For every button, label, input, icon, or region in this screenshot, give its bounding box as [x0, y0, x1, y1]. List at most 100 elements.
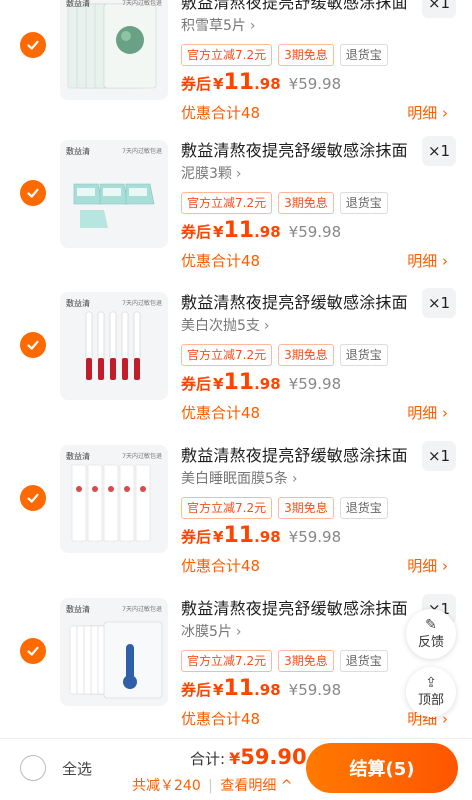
quantity-selector[interactable]: ×1	[422, 136, 456, 166]
back-to-top-label: 顶部	[417, 693, 444, 708]
return-insurance-badge: 退货宝	[339, 192, 388, 214]
discount-total: 优惠合计48	[181, 710, 261, 728]
original-price: ¥59.98	[288, 223, 342, 241]
after-coupon-label: 券后	[181, 375, 212, 393]
product-image[interactable]: 敷益清 7天内过敏包退	[60, 292, 168, 400]
quantity-selector[interactable]: ×1	[422, 0, 456, 18]
total-label: 合计:	[190, 750, 226, 768]
price-row: 券后 ¥ 11 .98 ¥59.98	[181, 70, 341, 95]
select-all-label[interactable]: 全选	[62, 758, 92, 779]
discount-badge: 官方立减7.2元	[181, 650, 273, 672]
detail-link[interactable]: 明细 ›	[407, 102, 448, 123]
select-all-radio[interactable]	[20, 755, 46, 781]
checkmark-icon	[26, 491, 40, 505]
product-guarantee-mark: 7天内过敏包退	[122, 300, 162, 307]
saved-line[interactable]: 共减￥240 | 查看明细 ^	[132, 775, 293, 795]
sku-selector[interactable]: 冰膜5片 ›	[181, 622, 242, 642]
product-title[interactable]: 敷益清熬夜提亮舒缓敏感涂抹面	[181, 598, 416, 620]
feedback-label: 反馈	[417, 635, 444, 650]
product-image[interactable]: 敷益清 7天内过敏包退	[60, 140, 168, 248]
price-currency: ¥	[213, 223, 224, 241]
cart-item[interactable]: 敷益清 7天内过敏包退 敷益清熬夜提亮舒缓敏感涂抹面 ×1 美白次抛5支 › 官方…	[0, 288, 472, 445]
detail-link[interactable]: 明细 ›	[407, 250, 448, 271]
sku-label: 美白次抛5支	[181, 318, 260, 334]
discount-badge: 官方立减7.2元	[181, 192, 273, 214]
checkmark-icon	[26, 186, 40, 200]
product-title[interactable]: 敷益清熬夜提亮舒缓敏感涂抹面	[181, 292, 416, 314]
product-title[interactable]: 敷益清熬夜提亮舒缓敏感涂抹面	[181, 140, 416, 162]
sku-selector[interactable]: 美白次抛5支 ›	[181, 316, 270, 336]
price-integer: 11	[223, 676, 255, 701]
checkout-button[interactable]: 结算(5)	[306, 743, 458, 793]
price-currency: ¥	[213, 528, 224, 546]
sku-label: 积雪草5片	[181, 18, 246, 34]
product-brand-mark: 敷益清	[66, 605, 90, 614]
chevron-right-icon: ›	[235, 166, 242, 182]
price-decimal: .98	[254, 75, 281, 93]
product-image[interactable]: 敷益清 7天内过敏包退	[60, 598, 168, 706]
chevron-right-icon: ›	[291, 471, 298, 487]
product-brand-mark: 敷益清	[66, 147, 90, 156]
original-price: ¥59.98	[288, 375, 342, 393]
installment-badge: 3期免息	[278, 344, 334, 366]
return-insurance-badge: 退货宝	[339, 44, 388, 66]
price-row: 券后 ¥ 11 .98 ¥59.98	[181, 676, 341, 701]
price-integer: 11	[223, 218, 255, 243]
item-checkbox[interactable]	[20, 332, 46, 358]
price-integer: 11	[223, 370, 255, 395]
chevron-right-icon: ›	[437, 104, 448, 122]
price-integer: 11	[223, 523, 255, 548]
chevron-right-icon: ›	[437, 252, 448, 270]
price-decimal: .98	[254, 528, 281, 546]
detail-label: 明细	[407, 404, 438, 422]
product-brand-mark: 敷益清	[66, 0, 90, 8]
detail-link[interactable]: 明细 ›	[407, 555, 448, 576]
sku-selector[interactable]: 积雪草5片 ›	[181, 16, 256, 36]
checkmark-icon	[26, 338, 40, 352]
item-checkbox[interactable]	[20, 180, 46, 206]
product-title[interactable]: 敷益清熬夜提亮舒缓敏感涂抹面	[181, 0, 416, 14]
discount-badge: 官方立减7.2元	[181, 497, 273, 519]
product-image[interactable]: 敷益清 7天内过敏包退	[60, 0, 168, 100]
price-currency: ¥	[213, 375, 224, 393]
feedback-icon: ✎	[425, 617, 437, 633]
feedback-button[interactable]: ✎ 反馈	[406, 609, 456, 659]
total-line: 合计: ¥ 59.90	[190, 745, 307, 769]
cart-list: 敷益清 7天内过敏包退 敷益清熬夜提亮舒缓敏感涂抹面 ×1 积雪草5片 › 官方立…	[0, 0, 472, 738]
total-amount: 59.90	[240, 745, 307, 769]
product-image[interactable]: 敷益清 7天内过敏包退	[60, 445, 168, 553]
original-price: ¥59.98	[288, 75, 342, 93]
price-integer: 11	[223, 70, 255, 95]
sku-label: 泥膜3颗	[181, 166, 232, 182]
after-coupon-label: 券后	[181, 223, 212, 241]
price-decimal: .98	[254, 375, 281, 393]
detail-link[interactable]: 明细 ›	[407, 402, 448, 423]
item-checkbox[interactable]	[20, 638, 46, 664]
quantity-selector[interactable]: ×1	[422, 288, 456, 318]
product-guarantee-mark: 7天内过敏包退	[122, 148, 162, 155]
installment-badge: 3期免息	[278, 192, 334, 214]
cart-item[interactable]: 敷益清 7天内过敏包退 敷益清熬夜提亮舒缓敏感涂抹面 ×1 美白睡眠面膜5条 › …	[0, 441, 472, 598]
chevron-right-icon: ›	[437, 557, 448, 575]
detail-label: 明细	[407, 252, 438, 270]
sku-selector[interactable]: 美白睡眠面膜5条 ›	[181, 469, 298, 489]
view-detail-link[interactable]: 查看明细	[220, 778, 276, 794]
promo-badges: 官方立减7.2元 3期免息 退货宝	[181, 192, 388, 214]
product-brand-mark: 敷益清	[66, 452, 90, 461]
quantity-selector[interactable]: ×1	[422, 441, 456, 471]
after-coupon-label: 券后	[181, 681, 212, 699]
installment-badge: 3期免息	[278, 44, 334, 66]
return-insurance-badge: 退货宝	[339, 650, 388, 672]
installment-badge: 3期免息	[278, 650, 334, 672]
cart-item[interactable]: 敷益清 7天内过敏包退 敷益清熬夜提亮舒缓敏感涂抹面 ×1 泥膜3颗 › 官方立减…	[0, 136, 472, 293]
item-checkbox[interactable]	[20, 32, 46, 58]
sku-label: 冰膜5片	[181, 624, 232, 640]
product-guarantee-mark: 7天内过敏包退	[122, 0, 162, 7]
cart-item[interactable]: 敷益清 7天内过敏包退 敷益清熬夜提亮舒缓敏感涂抹面 ×1 冰膜5片 › 官方立减…	[0, 594, 472, 738]
installment-badge: 3期免息	[278, 497, 334, 519]
item-checkbox[interactable]	[20, 485, 46, 511]
product-title[interactable]: 敷益清熬夜提亮舒缓敏感涂抹面	[181, 445, 416, 467]
back-to-top-button[interactable]: ⇪ 顶部	[406, 667, 456, 717]
sku-selector[interactable]: 泥膜3颗 ›	[181, 164, 242, 184]
cart-item[interactable]: 敷益清 7天内过敏包退 敷益清熬夜提亮舒缓敏感涂抹面 ×1 积雪草5片 › 官方立…	[0, 0, 472, 145]
